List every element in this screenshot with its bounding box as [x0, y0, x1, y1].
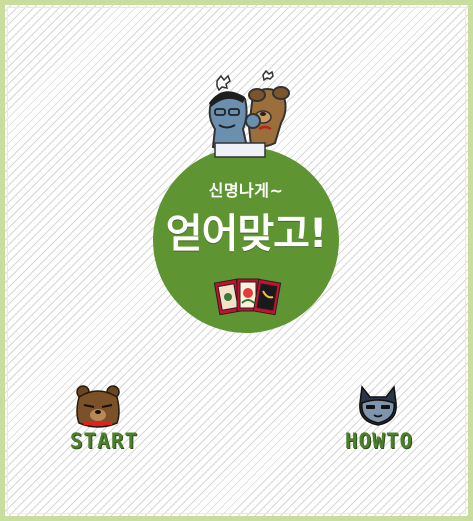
start-button[interactable]: START: [49, 383, 159, 463]
title-logo: 신명나게~ 얻어맞고!: [145, 65, 345, 350]
bear-face-icon: [76, 385, 120, 428]
fighting-characters-icon: [208, 69, 290, 158]
game-frame: 신명나게~ 얻어맞고! START HOWTO: [0, 0, 473, 521]
title-subtitle: 신명나게~: [208, 181, 284, 200]
howto-button[interactable]: HOWTO: [324, 383, 434, 463]
start-label: START: [69, 429, 139, 453]
cat-face-icon: [359, 385, 397, 426]
hwatu-cards-icon: [213, 278, 282, 316]
game-title: 얻어맞고!: [165, 211, 327, 257]
howto-label: HOWTO: [344, 429, 414, 453]
